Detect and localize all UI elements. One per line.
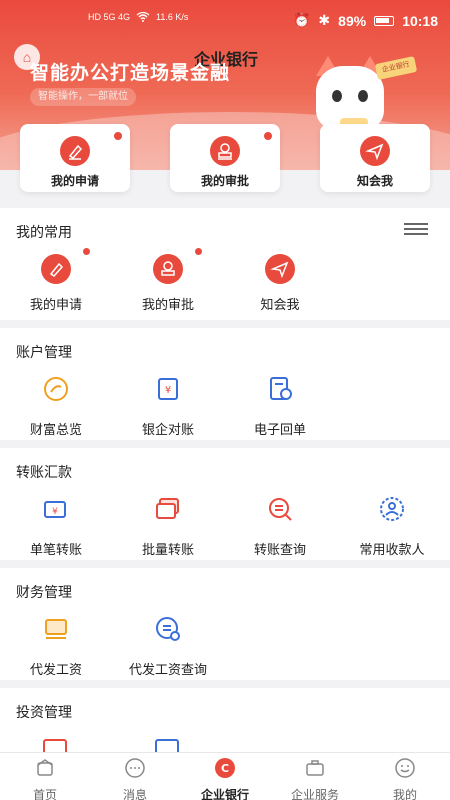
item-label: 我的审批	[141, 297, 194, 312]
stamp-icon	[210, 136, 240, 166]
item-single-transfer[interactable]: ¥ 单笔转账	[0, 494, 112, 558]
network-speed: 11.6 K/s	[156, 12, 189, 22]
section-title: 财务管理	[16, 584, 72, 600]
item-payroll-query[interactable]: 代发工资查询	[112, 614, 224, 678]
quick-card-label: 我的审批	[200, 174, 249, 188]
svg-text:¥: ¥	[52, 507, 58, 517]
profile-icon	[395, 758, 415, 778]
bottom-nav: 首页 消息 C 企业银行 企业服务 我的	[0, 752, 450, 800]
item-label: 我的申请	[29, 297, 82, 312]
edit-icon	[41, 254, 71, 284]
item-label: 转账查询	[253, 542, 306, 557]
network-indicators: HD 5G 4G 11.6 K/s	[88, 12, 188, 22]
svg-text:C: C	[221, 762, 229, 775]
investment-icon	[43, 739, 67, 752]
clock: 10:18	[402, 12, 438, 29]
notification-dot	[114, 132, 122, 140]
transfer-query-icon	[269, 498, 292, 521]
quick-card-my-approvals[interactable]: 我的审批	[170, 124, 280, 192]
settings-sliders-icon[interactable]	[404, 220, 428, 238]
item-label: 代发工资查询	[128, 662, 207, 677]
nav-label: 消息	[122, 788, 147, 800]
nav-profile[interactable]: 我的	[360, 757, 450, 800]
nav-label: 首页	[32, 788, 57, 800]
mascot-eye-right	[358, 90, 368, 102]
receipt-icon	[270, 377, 292, 400]
item-label: 单笔转账	[29, 542, 82, 557]
corporate-bank-icon: C	[215, 758, 235, 778]
battery-icon	[374, 15, 395, 26]
item-payroll[interactable]: 代发工资	[0, 614, 112, 678]
nav-messages[interactable]: 消息	[90, 757, 180, 800]
carrier-tags: HD 5G 4G	[88, 12, 131, 22]
section-account-management: 账户管理 财富总览 ¥ 银企对账 电子回单	[0, 328, 450, 440]
item-bank-reconciliation[interactable]: ¥ 银企对账	[112, 374, 224, 438]
reconcile-icon: ¥	[158, 378, 178, 400]
item-label: 批量转账	[141, 542, 194, 557]
briefcase-icon	[306, 760, 324, 776]
wifi-icon	[136, 12, 150, 22]
notification-dot	[264, 132, 272, 140]
nav-corporate-services[interactable]: 企业服务	[270, 757, 360, 800]
stamp-icon	[153, 254, 183, 284]
item-wealth-overview[interactable]: 财富总览	[0, 374, 112, 438]
notification-dot	[195, 248, 202, 255]
single-transfer-icon: ¥	[44, 501, 66, 518]
item-label: 代发工资	[29, 662, 82, 677]
home-icon	[37, 759, 53, 776]
nav-home[interactable]: 首页	[0, 757, 90, 800]
quick-card-label: 知会我	[356, 174, 393, 188]
section-title: 转账汇款	[16, 464, 72, 480]
item-batch-transfer[interactable]: 批量转账	[112, 494, 224, 558]
alarm-icon: ⏰	[292, 12, 311, 28]
status-bar: HD 5G 4G 11.6 K/s ⏰ ✱ 89% 10:18	[0, 0, 450, 40]
investment-query-icon	[155, 739, 179, 752]
edit-icon	[60, 136, 90, 166]
payroll-query-icon	[156, 617, 180, 641]
batch-transfer-icon	[156, 498, 179, 519]
banner-subslogan: 智能操作，一部就位	[30, 88, 136, 106]
bluetooth-icon: ✱	[318, 12, 331, 28]
nav-corporate-bank[interactable]: C 企业银行	[180, 757, 270, 800]
payee-icon	[380, 497, 404, 521]
nav-label: 企业银行	[200, 788, 249, 800]
notification-dot	[83, 248, 90, 255]
quick-card-notify-me[interactable]: 知会我	[320, 124, 430, 192]
item-label: 知会我	[260, 297, 300, 312]
battery-percent: 89%	[338, 12, 367, 29]
item-label: 财富总览	[29, 422, 82, 437]
mascot-eye-left	[332, 90, 342, 102]
quick-card-label: 我的申请	[50, 174, 99, 188]
item-transfer-query[interactable]: 转账查询	[224, 494, 336, 558]
item-e-receipt[interactable]: 电子回单	[224, 374, 336, 438]
send-icon	[265, 254, 295, 284]
item-frequent-payees[interactable]: 常用收款人	[336, 494, 448, 558]
nav-label: 企业服务	[290, 788, 339, 800]
wealth-icon	[44, 377, 68, 401]
message-icon	[125, 758, 145, 778]
favorite-my-approvals[interactable]: 我的审批	[112, 248, 224, 313]
nav-label: 我的	[392, 788, 417, 800]
section-investment-management: 投资管理	[0, 688, 450, 752]
section-title: 我的常用	[16, 224, 72, 240]
payroll-icon	[45, 619, 67, 639]
favorite-my-applications[interactable]: 我的申请	[0, 248, 112, 313]
section-transfers: 转账汇款 ¥ 单笔转账 批量转账 转账查询 常用收款人	[0, 448, 450, 560]
section-title: 投资管理	[16, 704, 72, 720]
favorite-notify-me[interactable]: 知会我	[224, 254, 336, 313]
section-finance-management: 财务管理 代发工资 代发工资查询	[0, 568, 450, 680]
svg-text:¥: ¥	[165, 385, 171, 396]
quick-card-my-applications[interactable]: 我的申请	[20, 124, 130, 192]
item-label: 常用收款人	[359, 542, 425, 557]
section-favorites: 我的常用 我的申请 我的审批 知会我	[0, 208, 450, 320]
item-label: 电子回单	[253, 422, 306, 437]
send-icon	[360, 136, 390, 166]
banner-slogan[interactable]: 智能办公打造场景金融	[30, 58, 230, 85]
section-title: 账户管理	[16, 344, 72, 360]
status-right: ⏰ ✱ 89% 10:18	[293, 12, 438, 29]
item-label: 银企对账	[141, 422, 194, 437]
